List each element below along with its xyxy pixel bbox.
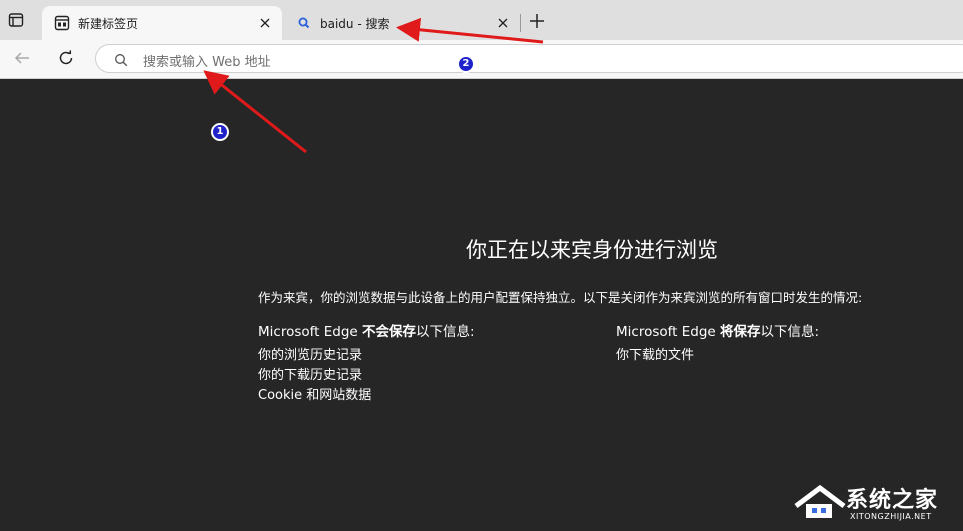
tab-title: 新建标签页	[78, 17, 139, 31]
new-tab-plus-icon[interactable]	[528, 12, 546, 30]
list-item: 你的浏览历史记录	[258, 348, 363, 363]
watermark-text: 系统之家	[846, 488, 939, 513]
heading-suffix: 以下信息:	[760, 324, 820, 340]
list-item: Cookie 和网站数据	[258, 388, 372, 403]
page-title: 你正在以来宾身份进行浏览	[466, 238, 718, 262]
tab-title: baidu - 搜索	[320, 17, 390, 31]
watermark-url: XITONGZHIJIA.NET	[850, 512, 932, 521]
new-tab-page-icon	[54, 15, 70, 31]
back-arrow-icon[interactable]	[12, 48, 32, 68]
heading-bold: 不会保存	[362, 324, 416, 340]
site-watermark: 系统之家 XITONGZHIJIA.NET	[792, 480, 960, 528]
address-placeholder: 搜索或输入 Web 地址	[143, 55, 271, 70]
tab-baidu-search[interactable]: baidu - 搜索	[284, 6, 520, 40]
saved-heading: Microsoft Edge 将保存以下信息:	[616, 320, 819, 340]
heading-prefix: Microsoft Edge	[258, 324, 362, 340]
navigation-toolbar: 搜索或输入 Web 地址	[0, 40, 963, 79]
refresh-icon[interactable]	[56, 48, 76, 68]
guest-intro-text: 作为来宾，你的浏览数据与此设备上的用户配置保持独立。以下是关闭作为来宾浏览的所有…	[258, 290, 863, 305]
step-marker-2: 2	[457, 55, 475, 73]
list-item: 你下载的文件	[616, 348, 695, 363]
search-icon	[296, 15, 312, 31]
address-bar[interactable]: 搜索或输入 Web 地址	[95, 44, 963, 73]
watermark-logo-icon	[792, 482, 848, 522]
close-tab-icon[interactable]	[257, 15, 273, 31]
guest-browsing-page: 你正在以来宾身份进行浏览 作为来宾，你的浏览数据与此设备上的用户配置保持独立。以…	[0, 79, 963, 531]
tab-strip: 新建标签页 baidu - 搜索	[0, 0, 963, 40]
search-icon	[114, 52, 128, 67]
tab-new-tab[interactable]: 新建标签页	[42, 6, 282, 40]
list-item: 你的下载历史记录	[258, 368, 363, 383]
heading-bold: 将保存	[720, 324, 761, 340]
not-saved-heading: Microsoft Edge 不会保存以下信息:	[258, 320, 475, 340]
tab-actions-icon[interactable]	[8, 12, 24, 28]
tab-separator	[520, 14, 521, 32]
close-tab-icon[interactable]	[495, 15, 511, 31]
heading-prefix: Microsoft Edge	[616, 324, 720, 340]
step-marker-1: 1	[211, 123, 229, 141]
heading-suffix: 以下信息:	[416, 324, 475, 340]
